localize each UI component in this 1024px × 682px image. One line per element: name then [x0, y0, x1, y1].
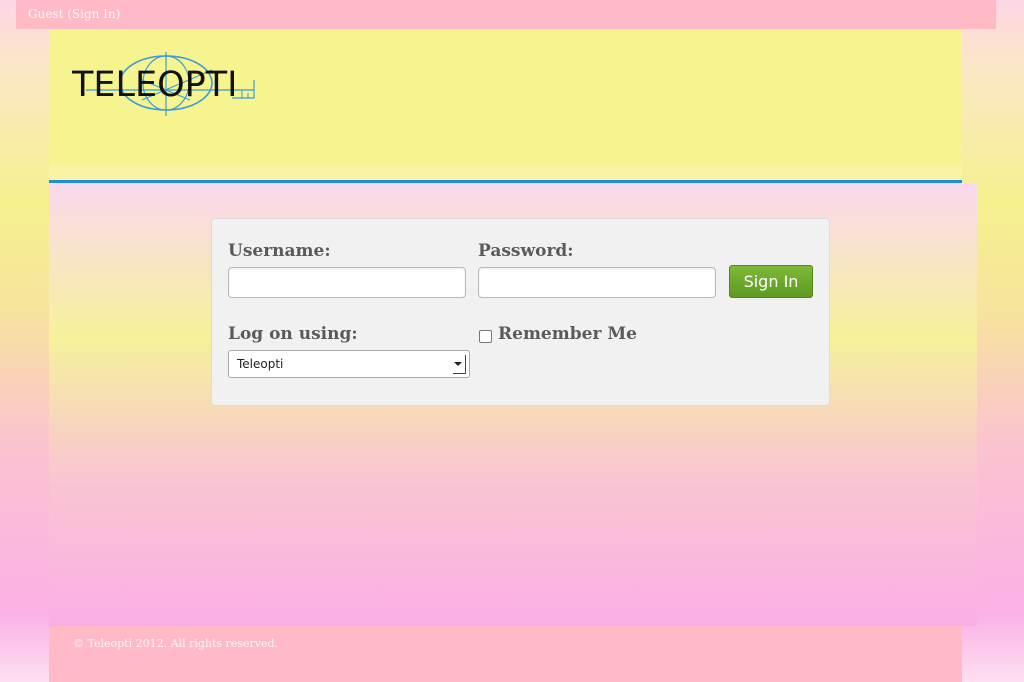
copyright-text: © Teleopti 2012. All rights reserved. [73, 637, 278, 650]
log-on-using-select[interactable]: Teleopti [228, 350, 470, 378]
username-label: Username: [228, 241, 331, 261]
teleopti-logo[interactable]: TELEOPTI [71, 50, 257, 118]
footer: © Teleopti 2012. All rights reserved. [49, 626, 962, 682]
logo-text: TELEOPTI [72, 65, 237, 105]
header-strip [49, 164, 962, 180]
chevron-down-icon [453, 355, 466, 374]
username-input[interactable] [228, 267, 466, 298]
top-bar: Guest (Sign In) [16, 0, 996, 29]
password-input[interactable] [478, 267, 716, 298]
remember-me-checkbox[interactable] [479, 330, 492, 343]
guest-sign-in-link[interactable]: Guest (Sign In) [28, 7, 120, 21]
password-label: Password: [478, 241, 574, 261]
log-on-using-label: Log on using: [228, 324, 358, 344]
remember-me-label[interactable]: Remember Me [498, 324, 637, 344]
sign-in-button[interactable]: Sign In [729, 265, 813, 298]
log-on-using-value: Teleopti [237, 357, 284, 371]
logo-graphic: TELEOPTI [71, 52, 255, 116]
